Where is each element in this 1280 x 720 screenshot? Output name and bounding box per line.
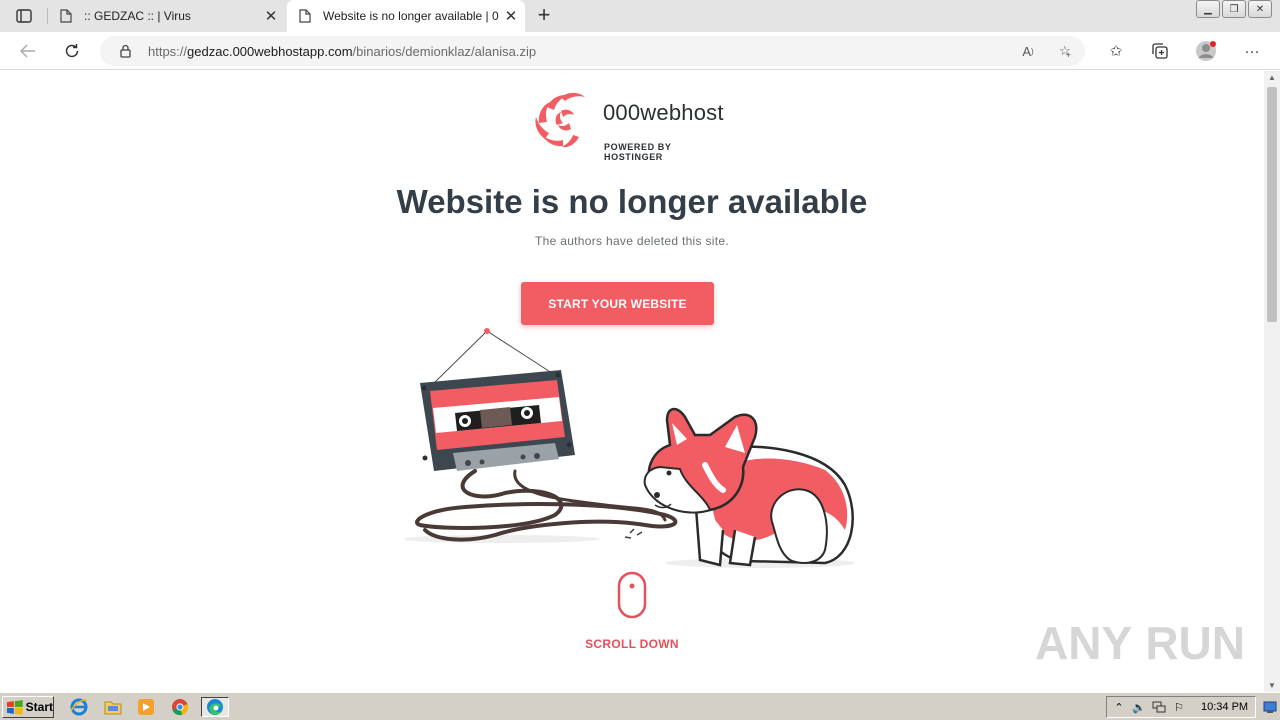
restore-button[interactable]: ❐: [1222, 0, 1246, 18]
lock-icon[interactable]: [120, 44, 131, 58]
start-button[interactable]: Start: [2, 696, 54, 718]
window-controls: ▁ ❐ ✕: [1196, 0, 1272, 20]
back-arrow-icon: [20, 44, 35, 58]
tab-actions-menu-icon[interactable]: [8, 5, 40, 27]
close-tab-icon[interactable]: ✕: [263, 7, 279, 25]
windows-logo-icon: [6, 700, 23, 715]
url-text[interactable]: https://gedzac.000webhostapp.com/binario…: [148, 44, 536, 59]
add-favorite-icon[interactable]: ☆ +: [1055, 42, 1075, 60]
logo-wordmark: 000webhost: [603, 100, 724, 125]
cassette-icon: [420, 370, 575, 471]
minimize-button[interactable]: ▁: [1196, 0, 1220, 18]
scroll-down-arrow-icon[interactable]: ▼: [1267, 681, 1277, 690]
chrome-icon[interactable]: [169, 697, 191, 717]
collections-icon[interactable]: [1149, 40, 1171, 62]
tab-divider: [47, 8, 48, 24]
page-icon: [60, 9, 72, 23]
network-icon[interactable]: [1151, 699, 1167, 715]
folder-icon[interactable]: [102, 697, 124, 717]
favorites-icon[interactable]: ✩: [1105, 40, 1127, 62]
taskbar-clock[interactable]: 10:34 PM: [1201, 701, 1248, 713]
logo[interactable]: 000webhost POWERED BY HOSTINGER: [533, 89, 733, 162]
webhost-swirl-logo-icon: [535, 92, 585, 148]
taskbar: Start ⌃ 🔈 ⚐ 10:34 PM: [0, 692, 1280, 720]
edge-icon[interactable]: [201, 697, 229, 717]
new-tab-button[interactable]: +: [532, 4, 556, 28]
scroll-up-arrow-icon[interactable]: ▲: [1267, 73, 1277, 82]
back-button[interactable]: [15, 39, 41, 63]
page-subtitle: The authors have deleted this site.: [535, 234, 729, 248]
system-tray: ⌃ 🔈 ⚐ 10:34 PM: [1106, 696, 1256, 718]
logo-tagline: POWERED BY HOSTINGER: [604, 142, 672, 162]
tab-title: :: GEDZAC :: | Virus: [84, 9, 191, 23]
page-icon: [299, 9, 311, 23]
close-window-button[interactable]: ✕: [1248, 0, 1272, 18]
tab-gedzac[interactable]: :: GEDZAC :: | Virus ✕: [50, 0, 285, 32]
tab-strip: :: GEDZAC :: | Virus ✕ Website is no lon…: [0, 0, 1280, 32]
cassette-corgi-illustration: [405, 328, 855, 568]
start-your-website-button[interactable]: START YOUR WEBSITE: [521, 282, 714, 325]
show-desktop-icon[interactable]: [1262, 698, 1278, 716]
start-label: Start: [25, 700, 53, 714]
close-tab-icon[interactable]: ✕: [503, 7, 519, 25]
url-path: /binarios/demionklaz/alanisa.zip: [352, 44, 537, 59]
more-menu-icon[interactable]: ···: [1241, 40, 1263, 62]
volume-icon[interactable]: 🔈: [1131, 699, 1147, 715]
play-triangle-icon: [1138, 642, 1140, 644]
read-aloud-icon[interactable]: A): [1018, 42, 1038, 60]
watermark-text-right: RUN: [1145, 617, 1245, 669]
url-host: gedzac.000webhostapp.com: [187, 44, 353, 59]
tray-expand-icon[interactable]: ⌃: [1111, 699, 1127, 715]
refresh-icon: [65, 44, 79, 58]
profile-avatar-icon[interactable]: [1195, 40, 1217, 62]
watermark-text-left: ANY: [1035, 617, 1133, 669]
url-prefix: https://: [148, 44, 188, 59]
page-viewport: 000webhost POWERED BY HOSTINGER Website …: [0, 71, 1264, 692]
action-center-flag-icon[interactable]: ⚐: [1171, 699, 1187, 715]
corgi-icon: [643, 407, 854, 567]
tab-no-longer-available[interactable]: Website is no longer available | 000webh…: [287, 0, 525, 32]
address-bar[interactable]: https://gedzac.000webhostapp.com/binario…: [100, 36, 1085, 66]
refresh-button[interactable]: [59, 39, 85, 63]
browser-toolbar: https://gedzac.000webhostapp.com/binario…: [0, 32, 1280, 70]
media-player-icon[interactable]: [135, 697, 157, 717]
vertical-scrollbar[interactable]: ▲ ▼: [1264, 71, 1280, 692]
anyrun-watermark: ANY RUN: [1035, 609, 1245, 677]
internet-explorer-icon[interactable]: [68, 697, 90, 717]
scroll-mouse-icon[interactable]: [617, 571, 647, 619]
page-title: Website is no longer available: [396, 183, 868, 220]
tab-title: Website is no longer available | 000webh…: [323, 9, 499, 23]
scroll-thumb[interactable]: [1267, 87, 1277, 322]
